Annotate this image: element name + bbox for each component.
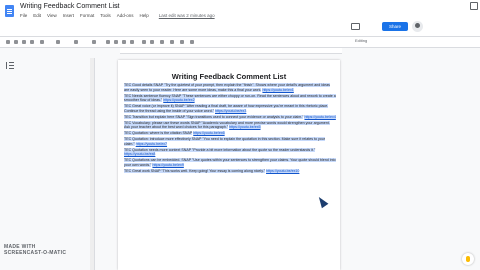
menu-edit[interactable]: Edit xyxy=(33,13,41,18)
list-item[interactable]: TEC Quotation needs more context SNAP "P… xyxy=(124,147,336,157)
comment-icon[interactable] xyxy=(150,40,154,44)
document-title[interactable]: Writing Feedback Comment List xyxy=(20,3,119,10)
zoom-icon[interactable] xyxy=(40,40,44,44)
list-item[interactable]: TEC Needs sentence fluency SNAP "These s… xyxy=(124,93,336,103)
menu-addons[interactable]: Add-ons xyxy=(117,13,134,18)
window-icon[interactable] xyxy=(470,2,478,10)
entry-link[interactable]: https://youtu.be/ex3 xyxy=(214,108,247,113)
outline-icon[interactable] xyxy=(6,62,15,69)
menu-bar: File Edit View Insert Format Tools Add-o… xyxy=(20,13,215,18)
vertical-ruler[interactable] xyxy=(90,58,95,270)
entry-link[interactable]: https://youtu.be/ex6 xyxy=(193,131,225,136)
menu-view[interactable]: View xyxy=(47,13,57,18)
style-icon[interactable] xyxy=(56,40,60,44)
watermark-line-2: SCREENCAST-O-MATIC xyxy=(4,250,67,256)
avatar[interactable] xyxy=(412,21,423,32)
share-button[interactable]: Share xyxy=(382,22,408,31)
font-size-icon[interactable] xyxy=(92,40,96,44)
toolbar: Editing xyxy=(0,37,480,48)
underline-icon[interactable] xyxy=(122,40,126,44)
document-page[interactable]: Writing Feedback Comment List TEC Good d… xyxy=(118,60,340,270)
editing-mode-selector[interactable]: Editing xyxy=(355,38,367,43)
entries-list: TEC Good details SNAP "Try the quietest … xyxy=(124,83,336,175)
entry-link[interactable]: https://youtu.be/ex9 xyxy=(152,163,184,168)
list-item[interactable]: TEC Good details SNAP "Try the quietest … xyxy=(124,83,336,92)
undo-icon[interactable] xyxy=(6,40,10,44)
redo-icon[interactable] xyxy=(14,40,18,44)
entry-link[interactable]: https://youtu.be/ex1 xyxy=(262,87,294,92)
menu-tools[interactable]: Tools xyxy=(100,13,111,18)
document-heading: Writing Feedback Comment List xyxy=(171,72,287,81)
list-icon[interactable] xyxy=(180,40,184,44)
list-item[interactable]: TEC Great work SNAP "This works well. Ke… xyxy=(124,169,336,174)
list-item[interactable]: TEC Quotations can be embedded. SNAP "Us… xyxy=(124,158,336,168)
italic-icon[interactable] xyxy=(114,40,118,44)
menu-insert[interactable]: Insert xyxy=(63,13,74,18)
text-color-icon[interactable] xyxy=(130,40,134,44)
list-item[interactable]: TEC Great voice (or improve it) SNAP "Af… xyxy=(124,104,336,113)
explore-icon[interactable] xyxy=(462,253,474,265)
side-area xyxy=(0,48,74,270)
title-bar: Writing Feedback Comment List ☆ File Edi… xyxy=(0,0,480,37)
docs-logo-icon[interactable] xyxy=(5,5,14,17)
spellcheck-icon[interactable] xyxy=(30,40,34,44)
entry-link[interactable]: https://youtu.be/ex2 xyxy=(163,98,195,103)
entry-link[interactable]: https://youtu.be/ex7 xyxy=(135,141,168,146)
link-icon[interactable] xyxy=(142,40,146,44)
last-edit-link[interactable]: Last edit was 2 minutes ago xyxy=(159,13,215,18)
entry-link[interactable]: https://youtu.be/ex5 xyxy=(229,125,261,130)
screencast-watermark: MADE WITH SCREENCAST-O-MATIC xyxy=(4,244,68,256)
menu-file[interactable]: File xyxy=(20,13,27,18)
line-spacing-icon[interactable] xyxy=(170,40,174,44)
align-icon[interactable] xyxy=(160,40,164,44)
indent-icon[interactable] xyxy=(190,40,194,44)
list-item[interactable]: TEC Quotation: where is the citation SNA… xyxy=(124,131,336,136)
entry-link[interactable]: https://youtu.be/ex10 xyxy=(266,169,300,174)
entry-link[interactable]: https://youtu.be/ex4 xyxy=(304,114,336,119)
entry-link[interactable]: https://youtu.be/ex8 xyxy=(124,152,156,157)
horizontal-ruler[interactable] xyxy=(120,48,342,54)
list-item[interactable]: TEC Transition but explain here SNAP "Si… xyxy=(124,114,336,120)
comments-icon[interactable] xyxy=(351,23,360,30)
list-item[interactable]: TEC Quotation: introduce more effectivel… xyxy=(124,137,336,146)
print-icon[interactable] xyxy=(22,40,26,44)
bold-icon[interactable] xyxy=(106,40,110,44)
star-icon[interactable]: ☆ xyxy=(114,3,119,10)
menu-help[interactable]: Help xyxy=(140,13,149,18)
docs-window: Writing Feedback Comment List ☆ File Edi… xyxy=(0,0,480,270)
menu-format[interactable]: Format xyxy=(80,13,94,18)
font-icon[interactable] xyxy=(74,40,78,44)
list-item[interactable]: TEC Vocabulary: please use these words S… xyxy=(124,120,336,130)
